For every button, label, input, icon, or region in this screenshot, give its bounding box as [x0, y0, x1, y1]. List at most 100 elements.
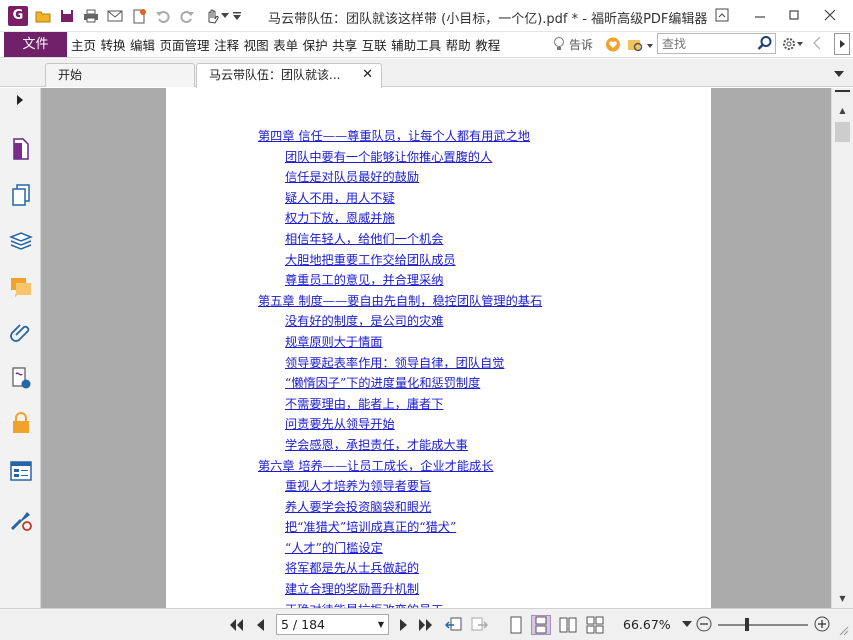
file-menu-button[interactable]: 文件: [4, 32, 67, 57]
menu-edit[interactable]: 编辑: [130, 35, 155, 54]
scroll-thumb[interactable]: [835, 122, 850, 142]
customize-quick-access-icon[interactable]: [232, 7, 242, 25]
ribbon-next-button[interactable]: [834, 33, 850, 55]
chevron-left-icon[interactable]: [812, 36, 824, 52]
search-input[interactable]: [658, 34, 756, 53]
new-document-icon[interactable]: [130, 7, 148, 25]
minimize-icon[interactable]: [749, 5, 771, 25]
table-of-contents: 第四章 信任——尊重队员，让每个人都有用武之地 团队中要有一个能够让你推心置腹的人…: [258, 126, 542, 608]
menu-accessibility[interactable]: 辅助工具: [391, 35, 441, 54]
toc-entry[interactable]: 将军都是先从士兵做起的: [258, 558, 542, 579]
attachments-paperclip-icon[interactable]: [9, 320, 33, 344]
pages-thumbnail-icon[interactable]: [9, 137, 33, 161]
toc-entry[interactable]: 养人要学会投资脑袋和眼光: [258, 497, 542, 518]
form-fields-icon[interactable]: [9, 459, 33, 483]
split-view-handle[interactable]: [835, 90, 850, 98]
zoom-slider[interactable]: [718, 618, 808, 631]
toc-entry[interactable]: 权力下放，恩威并施: [258, 208, 542, 229]
previous-view-icon[interactable]: [444, 615, 464, 635]
toc-entry[interactable]: 规章原则大于情面: [258, 332, 542, 353]
menu-help[interactable]: 帮助: [446, 35, 471, 54]
toc-entry[interactable]: 不需要理由，能者上，庸者下: [258, 394, 542, 415]
menu-tutorial[interactable]: 教程: [475, 35, 500, 54]
toc-entry[interactable]: 问责要先从领导开始: [258, 414, 542, 435]
maximize-icon[interactable]: [783, 5, 805, 25]
toc-entry[interactable]: 把“准猎犬”培训成真正的“猎犬”: [258, 517, 542, 538]
search-field[interactable]: [657, 33, 776, 54]
menu-page-management[interactable]: 页面管理: [160, 35, 210, 54]
menu-connect[interactable]: 互联: [362, 35, 387, 54]
toc-entry[interactable]: 疑人不用，用人不疑: [258, 188, 542, 209]
open-folder-icon[interactable]: [34, 7, 52, 25]
first-page-icon[interactable]: [228, 617, 244, 633]
zoom-slider-thumb[interactable]: [745, 618, 749, 631]
facing-view-icon[interactable]: [558, 615, 578, 635]
email-icon[interactable]: [106, 7, 124, 25]
tab-list-chevron-icon[interactable]: [833, 67, 845, 81]
next-page-icon[interactable]: [396, 617, 412, 633]
menu-protect[interactable]: 保护: [303, 35, 328, 54]
close-icon[interactable]: [819, 5, 841, 25]
single-page-view-icon[interactable]: [506, 615, 526, 635]
previous-page-icon[interactable]: [252, 617, 268, 633]
toc-chapter-link[interactable]: 第四章 信任——尊重队员，让每个人都有用武之地: [258, 126, 542, 147]
menu-home[interactable]: 主页: [71, 35, 96, 54]
chevron-down-icon[interactable]: [220, 7, 230, 25]
toc-entry[interactable]: “懒惰因子”下的进度量化和惩罚制度: [258, 373, 542, 394]
toc-entry[interactable]: 相信年轻人，给他们一个机会: [258, 229, 542, 250]
redo-icon[interactable]: [178, 7, 196, 25]
expand-panel-arrow-icon[interactable]: [14, 91, 26, 109]
layers-icon[interactable]: [9, 229, 33, 253]
destinations-tools-icon[interactable]: [9, 508, 33, 532]
toc-chapter-link[interactable]: 第六章 培养——让员工成长，企业才能成长: [258, 456, 542, 477]
toc-entry[interactable]: 没有好的制度，是公司的灾难: [258, 311, 542, 332]
continuous-facing-view-icon[interactable]: [585, 615, 605, 635]
comments-icon[interactable]: [9, 275, 33, 299]
toc-entry[interactable]: 建立合理的奖励晋升机制: [258, 579, 542, 600]
continuous-view-icon[interactable]: [531, 615, 551, 635]
security-lock-icon[interactable]: [9, 411, 33, 435]
ribbon-display-icon[interactable]: [711, 5, 733, 25]
toc-entry[interactable]: “人才”的门槛设定: [258, 538, 542, 559]
page-number-select[interactable]: 5 / 184 ▼: [276, 614, 389, 635]
settings-gear-icon[interactable]: [782, 36, 804, 52]
zoom-options-chevron-icon[interactable]: [681, 618, 693, 630]
toc-entry[interactable]: 团队中要有一个能够让你推心置腹的人: [258, 147, 542, 168]
document-viewport[interactable]: 第四章 信任——尊重队员，让每个人都有用武之地 团队中要有一个能够让你推心置腹的人…: [41, 88, 831, 608]
toc-chapter-link[interactable]: 第五章 制度——要自由先自制，稳控团队管理的基石: [258, 291, 542, 312]
print-icon[interactable]: [82, 7, 100, 25]
last-page-icon[interactable]: [418, 617, 434, 633]
toc-entry[interactable]: 学会感恩，承担责任，才能成大事: [258, 435, 542, 456]
vertical-scrollbar[interactable]: ▲ ▼: [831, 88, 853, 608]
document-tab-bar: 开始 马云带队伍：团队就该... ✕: [0, 59, 853, 88]
tell-me[interactable]: 告诉: [553, 36, 593, 53]
heart-icon[interactable]: [605, 37, 621, 53]
find-options-icon[interactable]: [627, 37, 655, 53]
toc-entry[interactable]: 大胆地把重要工作交给团队成员: [258, 250, 542, 271]
menu-view[interactable]: 视图: [244, 35, 269, 54]
toc-entry[interactable]: 领导要起表率作用：领导自律，团队自觉: [258, 353, 542, 374]
pages-panel-icon[interactable]: [9, 183, 33, 207]
toc-entry[interactable]: 重视人才培养为领导者要旨: [258, 476, 542, 497]
toc-entry[interactable]: 正确对待能最抗拒改变的员工: [258, 600, 542, 608]
menu-form[interactable]: 表单: [273, 35, 298, 54]
tab-close-icon[interactable]: ✕: [362, 64, 373, 86]
signatures-icon[interactable]: [9, 366, 33, 390]
save-icon[interactable]: [58, 7, 76, 25]
tab-document[interactable]: 马云带队伍：团队就该... ✕: [196, 63, 382, 88]
search-icon[interactable]: [757, 35, 773, 54]
undo-icon[interactable]: [154, 7, 172, 25]
hand-tool-icon[interactable]: [203, 7, 221, 25]
scroll-up-arrow-icon[interactable]: ▲: [832, 102, 853, 118]
app-logo-icon[interactable]: G: [8, 6, 28, 26]
tab-start[interactable]: 开始: [45, 63, 195, 87]
toc-entry[interactable]: 尊重员工的意见，并合理采纳: [258, 270, 542, 291]
menu-share[interactable]: 共享: [332, 35, 357, 54]
menu-comment[interactable]: 注释: [214, 35, 239, 54]
zoom-out-icon[interactable]: [696, 616, 712, 632]
next-view-icon[interactable]: [469, 615, 489, 635]
zoom-in-icon[interactable]: [814, 616, 830, 632]
scroll-down-arrow-icon[interactable]: ▼: [832, 590, 853, 606]
menu-convert[interactable]: 转换: [101, 35, 126, 54]
toc-entry[interactable]: 信任是对队员最好的鼓励: [258, 167, 542, 188]
